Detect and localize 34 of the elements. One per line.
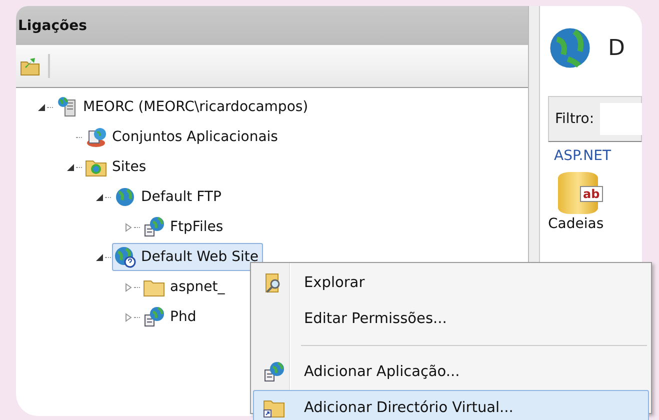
folder-arrow-icon[interactable]	[20, 56, 40, 76]
server-globe-icon	[56, 96, 78, 118]
application-icon	[143, 306, 165, 328]
tree-item[interactable]: Sites	[83, 153, 152, 181]
feature-label: Cadeias	[548, 216, 604, 232]
application-pool-icon	[85, 126, 107, 148]
tree-item[interactable]: Phd	[141, 303, 202, 331]
application-icon	[143, 216, 165, 238]
expanded-arrow-icon[interactable]	[37, 102, 46, 112]
menu-item[interactable]: Adicionar Aplicação...	[253, 354, 649, 390]
globe-icon	[114, 186, 136, 208]
filter-field[interactable]	[600, 103, 642, 135]
globe-question-icon	[114, 246, 136, 268]
tree-item[interactable]: Conjuntos Aplicacionais	[83, 123, 283, 151]
collapsed-arrow-icon[interactable]	[124, 312, 133, 322]
page-title: D	[608, 36, 625, 60]
tree-item[interactable]: FtpFiles	[141, 213, 228, 241]
filter-label: Filtro:	[555, 111, 594, 127]
group-heading: ASP.NET	[554, 148, 612, 164]
menu-item[interactable]: Adicionar Directório Virtual...	[253, 390, 649, 420]
menu-item[interactable]: Editar Permissões...	[253, 301, 649, 337]
globe-icon	[548, 26, 592, 70]
panel-title: Ligações	[18, 18, 87, 34]
tree-item[interactable]: Default Web Site	[112, 243, 264, 271]
tree-item[interactable]: Default FTP	[112, 183, 226, 211]
tree-item[interactable]: MEORC (MEORC\ricardocampos)	[54, 93, 314, 121]
icon-text: ab	[580, 186, 603, 202]
application-icon	[263, 361, 285, 383]
tree-item[interactable]: aspnet_	[141, 273, 230, 301]
collapsed-arrow-icon[interactable]	[124, 222, 133, 232]
expanded-arrow-icon[interactable]	[66, 162, 75, 172]
expanded-arrow-icon[interactable]	[95, 252, 104, 262]
expanded-arrow-icon[interactable]	[95, 192, 104, 202]
collapsed-arrow-icon[interactable]	[124, 282, 133, 292]
